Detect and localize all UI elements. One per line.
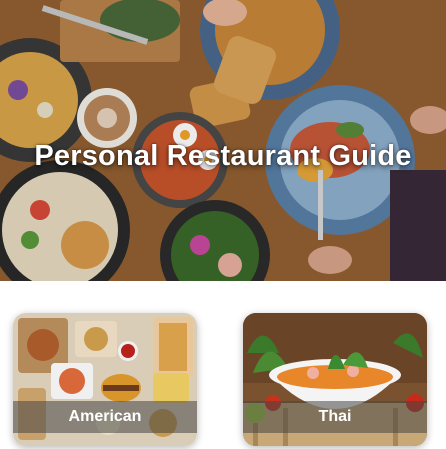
- cuisine-card-thai[interactable]: Thai: [243, 313, 427, 446]
- hero-banner: Personal Restaurant Guide: [0, 0, 446, 281]
- cuisine-card-american[interactable]: American: [13, 313, 197, 446]
- page-title: Personal Restaurant Guide: [34, 140, 412, 172]
- cuisine-label-thai: Thai: [243, 401, 427, 433]
- cuisine-label-american: American: [13, 401, 197, 433]
